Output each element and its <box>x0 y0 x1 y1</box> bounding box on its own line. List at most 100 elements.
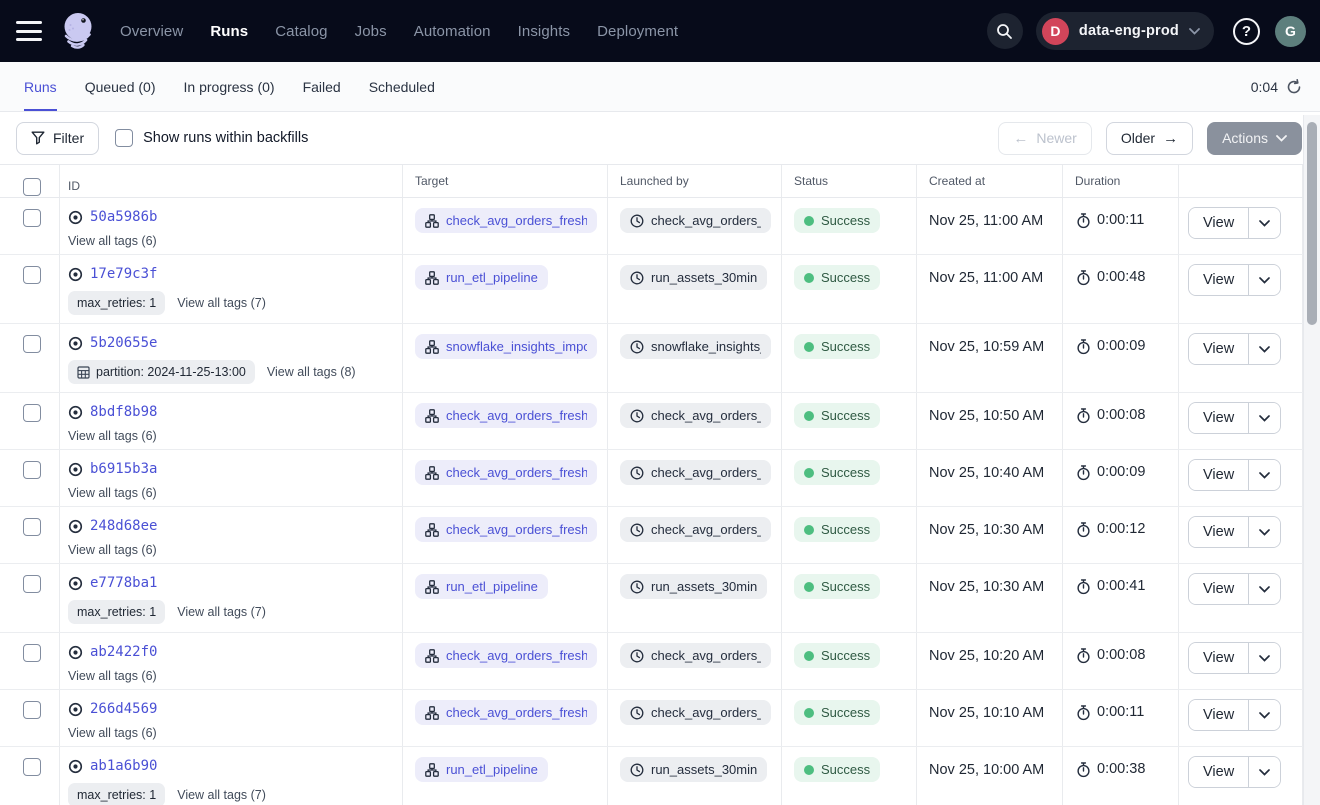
help-button[interactable]: ? <box>1233 18 1260 45</box>
run-tag-pill[interactable]: max_retries: 1 <box>68 783 165 805</box>
row-checkbox[interactable] <box>23 404 41 422</box>
launched-by-pill[interactable]: run_assets_30min <box>620 265 767 290</box>
user-avatar[interactable]: G <box>1275 16 1306 47</box>
search-button[interactable] <box>987 13 1023 49</box>
view-dropdown-button[interactable] <box>1249 643 1280 673</box>
run-id-link[interactable]: 248d68ee <box>90 518 157 534</box>
target-pill[interactable]: snowflake_insights_import <box>415 334 597 359</box>
target-pill[interactable]: run_etl_pipeline <box>415 574 548 599</box>
view-dropdown-button[interactable] <box>1249 757 1280 787</box>
target-pill[interactable]: run_etl_pipeline <box>415 757 548 782</box>
launched-by-pill[interactable]: check_avg_orders_f… <box>620 208 771 233</box>
run-id-link[interactable]: ab2422f0 <box>90 644 157 660</box>
older-button[interactable]: Older → <box>1106 122 1193 155</box>
dagster-logo[interactable] <box>56 9 98 53</box>
view-button[interactable]: View <box>1189 574 1249 604</box>
newer-button[interactable]: ← Newer <box>998 122 1091 155</box>
hamburger-menu-icon[interactable] <box>16 21 42 41</box>
target-pill[interactable]: check_avg_orders_freshne <box>415 208 597 233</box>
launched-by-pill[interactable]: run_assets_30min <box>620 574 767 599</box>
launched-by-pill[interactable]: snowflake_insights_… <box>620 334 771 359</box>
view-all-tags-link[interactable]: View all tags (8) <box>267 365 356 379</box>
view-button[interactable]: View <box>1189 517 1249 547</box>
target-pill[interactable]: check_avg_orders_freshne <box>415 460 597 485</box>
view-dropdown-button[interactable] <box>1249 460 1280 490</box>
view-dropdown-button[interactable] <box>1249 334 1280 364</box>
select-all-checkbox[interactable] <box>23 178 41 196</box>
row-checkbox[interactable] <box>23 518 41 536</box>
view-all-tags-link[interactable]: View all tags (6) <box>68 726 157 740</box>
row-checkbox[interactable] <box>23 209 41 227</box>
view-dropdown-button[interactable] <box>1249 700 1280 730</box>
view-dropdown-button[interactable] <box>1249 265 1280 295</box>
tab-queued[interactable]: Queued (0) <box>85 62 156 111</box>
row-checkbox[interactable] <box>23 758 41 776</box>
actions-button[interactable]: Actions <box>1207 122 1302 155</box>
tab-failed[interactable]: Failed <box>303 62 341 111</box>
launched-by-pill[interactable]: check_avg_orders_f… <box>620 460 771 485</box>
nav-item-jobs[interactable]: Jobs <box>355 23 387 40</box>
launched-by-pill[interactable]: run_assets_30min <box>620 757 767 782</box>
view-button[interactable]: View <box>1189 757 1249 787</box>
target-pill[interactable]: check_avg_orders_freshne <box>415 643 597 668</box>
view-all-tags-link[interactable]: View all tags (6) <box>68 486 157 500</box>
target-pill[interactable]: check_avg_orders_freshne <box>415 700 597 725</box>
target-pill[interactable]: check_avg_orders_freshne <box>415 517 597 542</box>
view-dropdown-button[interactable] <box>1249 574 1280 604</box>
tab-in-progress[interactable]: In progress (0) <box>184 62 275 111</box>
run-id-link[interactable]: b6915b3a <box>90 461 157 477</box>
filter-button[interactable]: Filter <box>16 122 99 155</box>
view-button[interactable]: View <box>1189 403 1249 433</box>
run-id-link[interactable]: ab1a6b90 <box>90 758 157 774</box>
refresh-icon[interactable] <box>1286 79 1302 95</box>
launched-by-pill[interactable]: check_avg_orders_f… <box>620 700 771 725</box>
row-checkbox[interactable] <box>23 701 41 719</box>
view-all-tags-link[interactable]: View all tags (6) <box>68 234 157 248</box>
run-id-link[interactable]: 17e79c3f <box>90 266 157 282</box>
view-all-tags-link[interactable]: View all tags (6) <box>68 543 157 557</box>
target-pill[interactable]: run_etl_pipeline <box>415 265 548 290</box>
view-button[interactable]: View <box>1189 265 1249 295</box>
run-id-link[interactable]: 50a5986b <box>90 209 157 225</box>
view-dropdown-button[interactable] <box>1249 403 1280 433</box>
nav-item-automation[interactable]: Automation <box>414 23 491 40</box>
deployment-switcher[interactable]: D data-eng-prod <box>1036 12 1214 50</box>
row-checkbox[interactable] <box>23 575 41 593</box>
view-all-tags-link[interactable]: View all tags (7) <box>177 605 266 619</box>
nav-item-overview[interactable]: Overview <box>120 23 183 40</box>
row-checkbox[interactable] <box>23 335 41 353</box>
nav-item-insights[interactable]: Insights <box>518 23 571 40</box>
view-dropdown-button[interactable] <box>1249 208 1280 238</box>
nav-item-deployment[interactable]: Deployment <box>597 23 678 40</box>
tab-runs[interactable]: Runs <box>24 62 57 111</box>
launched-by-pill[interactable]: check_avg_orders_f… <box>620 517 771 542</box>
tab-scheduled[interactable]: Scheduled <box>369 62 435 111</box>
view-all-tags-link[interactable]: View all tags (7) <box>177 296 266 310</box>
nav-item-catalog[interactable]: Catalog <box>275 23 327 40</box>
view-button[interactable]: View <box>1189 460 1249 490</box>
run-id-link[interactable]: e7778ba1 <box>90 575 157 591</box>
view-all-tags-link[interactable]: View all tags (6) <box>68 669 157 683</box>
view-button[interactable]: View <box>1189 208 1249 238</box>
run-id-link[interactable]: 5b20655e <box>90 335 157 351</box>
run-id-link[interactable]: 8bdf8b98 <box>90 404 157 420</box>
launched-by-pill[interactable]: check_avg_orders_f… <box>620 403 771 428</box>
view-all-tags-link[interactable]: View all tags (7) <box>177 788 266 802</box>
run-tag-pill[interactable]: max_retries: 1 <box>68 291 165 315</box>
view-dropdown-button[interactable] <box>1249 517 1280 547</box>
view-button[interactable]: View <box>1189 643 1249 673</box>
vertical-scrollbar-track[interactable] <box>1303 115 1320 805</box>
launched-by-pill[interactable]: check_avg_orders_f… <box>620 643 771 668</box>
nav-item-runs[interactable]: Runs <box>210 23 248 40</box>
view-button[interactable]: View <box>1189 700 1249 730</box>
run-tag-pill[interactable]: partition: 2024-11-25-13:00 <box>68 360 255 384</box>
target-pill[interactable]: check_avg_orders_freshne <box>415 403 597 428</box>
row-checkbox[interactable] <box>23 461 41 479</box>
backfills-checkbox[interactable] <box>115 129 133 147</box>
run-id-link[interactable]: 266d4569 <box>90 701 157 717</box>
row-checkbox[interactable] <box>23 266 41 284</box>
view-button[interactable]: View <box>1189 334 1249 364</box>
run-tag-pill[interactable]: max_retries: 1 <box>68 600 165 624</box>
vertical-scrollbar-thumb[interactable] <box>1307 122 1317 325</box>
view-all-tags-link[interactable]: View all tags (6) <box>68 429 157 443</box>
